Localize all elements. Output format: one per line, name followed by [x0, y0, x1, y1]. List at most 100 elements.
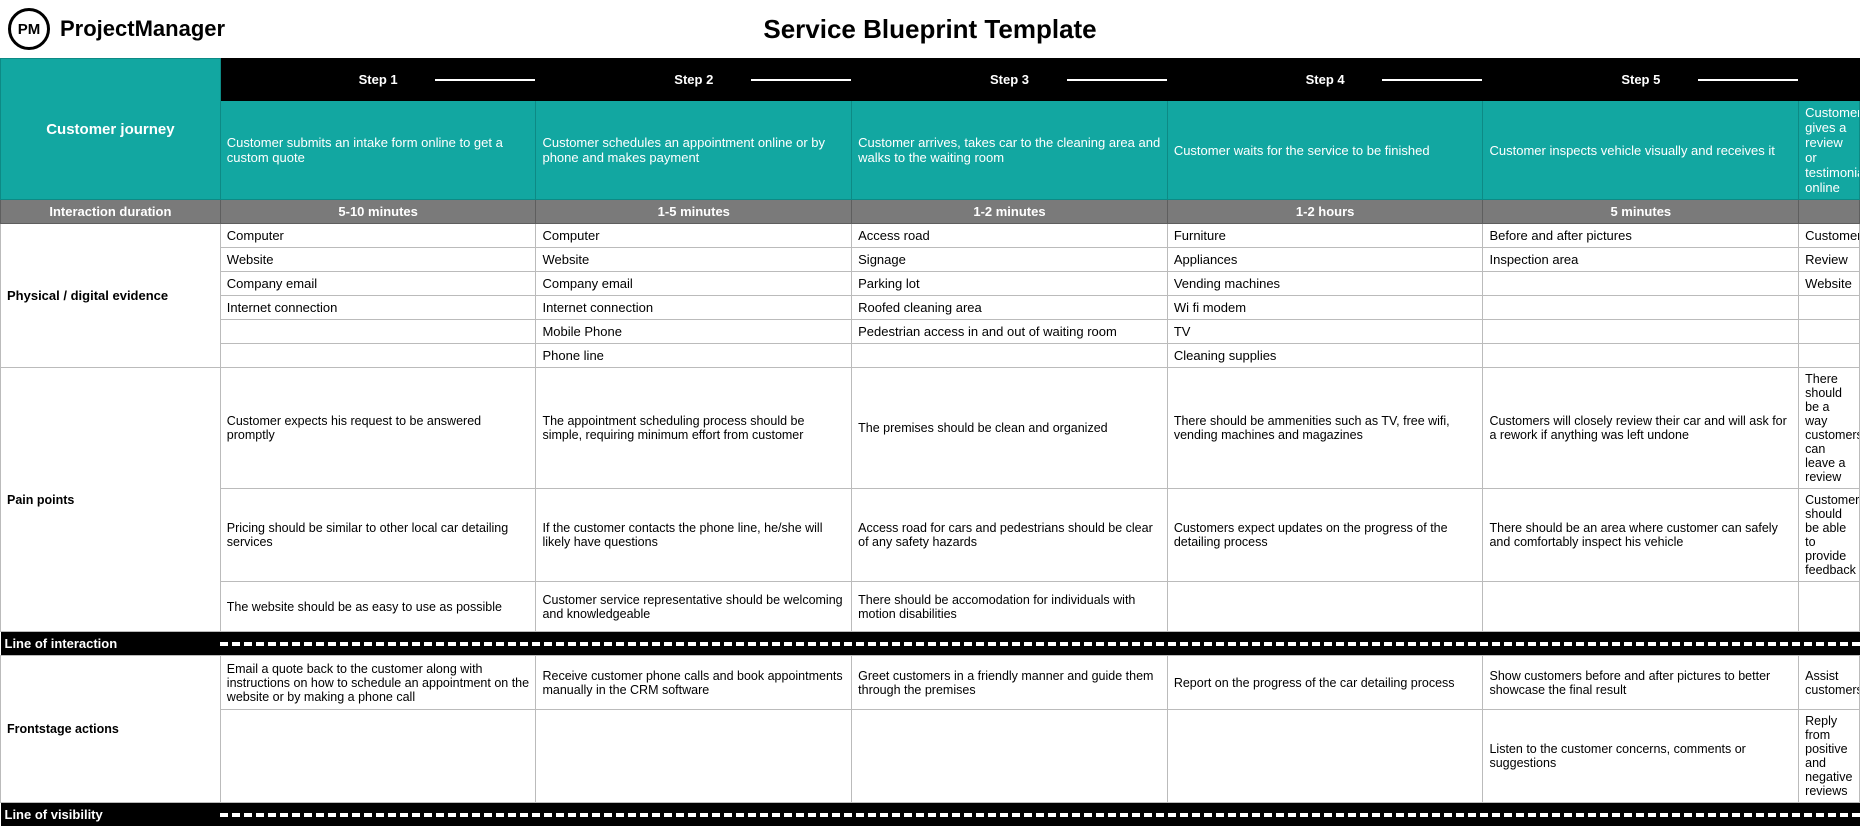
frontstage-cell: Reply from positive and negative reviews	[1799, 710, 1860, 803]
separator-interaction: Line of interaction	[1, 632, 1860, 656]
frontstage-cell: Greet customers in a friendly manner and…	[852, 656, 1168, 710]
step-header: Step 1	[220, 59, 536, 101]
frontstage-cell	[536, 710, 852, 803]
table-row: Frontstage actions Email a quote back to…	[1, 656, 1860, 710]
evidence-cell	[1799, 296, 1860, 320]
evidence-cell: Website	[536, 248, 852, 272]
pain-cell	[1167, 582, 1483, 632]
step-header: Step 3	[852, 59, 1168, 101]
pain-cell: Access road for cars and pedestrians sho…	[852, 489, 1168, 582]
pain-cell: There should be accomodation for individ…	[852, 582, 1168, 632]
evidence-cell	[1483, 296, 1799, 320]
table-row: Company email Company email Parking lot …	[1, 272, 1860, 296]
logo-icon: PM	[8, 8, 50, 50]
pain-cell: Customers will closely review their car …	[1483, 368, 1799, 489]
frontstage-cell: Listen to the customer concerns, comment…	[1483, 710, 1799, 803]
evidence-cell: Vending machines	[1167, 272, 1483, 296]
journey-cell: Customer inspects vehicle visually and r…	[1483, 101, 1799, 200]
evidence-cell: Inspection area	[1483, 248, 1799, 272]
page-title: Service Blueprint Template	[763, 14, 1096, 45]
page-header: PM ProjectManager Service Blueprint Temp…	[0, 0, 1860, 58]
arrow-icon	[751, 79, 852, 81]
pain-cell: Customers expect updates on the progress…	[1167, 489, 1483, 582]
table-row: Phone line Cleaning supplies	[1, 344, 1860, 368]
frontstage-cell	[1167, 710, 1483, 803]
evidence-cell: Company email	[536, 272, 852, 296]
evidence-cell: Pedestrian access in and out of waiting …	[852, 320, 1168, 344]
table-row: Listen to the customer concerns, comment…	[1, 710, 1860, 803]
journey-cell: Customer gives a review or testimonial o…	[1799, 101, 1860, 200]
pain-cell: Customers should be able to provide feed…	[1799, 489, 1860, 582]
pain-cell: The appointment scheduling process shoul…	[536, 368, 852, 489]
frontstage-cell: Show customers before and after pictures…	[1483, 656, 1799, 710]
brand-name: ProjectManager	[60, 16, 225, 42]
evidence-cell: Website	[1799, 272, 1860, 296]
frontstage-cell: Report on the progress of the car detail…	[1167, 656, 1483, 710]
evidence-cell: Appliances	[1167, 248, 1483, 272]
pain-label: Pain points	[1, 368, 221, 632]
table-row: Mobile Phone Pedestrian access in and ou…	[1, 320, 1860, 344]
pain-cell: There should be ammenities such as TV, f…	[1167, 368, 1483, 489]
evidence-cell: Internet connection	[536, 296, 852, 320]
evidence-cell: Mobile Phone	[536, 320, 852, 344]
journey-cell: Customer waits for the service to be fin…	[1167, 101, 1483, 200]
table-row: Physical / digital evidence Computer Com…	[1, 224, 1860, 248]
evidence-label: Physical / digital evidence	[1, 224, 221, 368]
step-header: Step 2	[536, 59, 852, 101]
pain-cell: There should be a way customers can leav…	[1799, 368, 1860, 489]
evidence-cell: Computer	[220, 224, 536, 248]
frontstage-cell	[852, 710, 1168, 803]
pain-cell: The premises should be clean and organiz…	[852, 368, 1168, 489]
evidence-cell: Signage	[852, 248, 1168, 272]
arrow-icon	[1382, 79, 1483, 81]
evidence-cell: Company email	[220, 272, 536, 296]
pain-cell: Customer expects his request to be answe…	[220, 368, 536, 489]
pain-cell	[1799, 582, 1860, 632]
frontstage-cell: Email a quote back to the customer along…	[220, 656, 536, 710]
pain-cell	[1483, 582, 1799, 632]
separator-line	[220, 632, 1859, 656]
evidence-cell	[1483, 320, 1799, 344]
step-header	[1799, 59, 1860, 101]
duration-row: Interaction duration 5-10 minutes 1-5 mi…	[1, 200, 1860, 224]
frontstage-cell	[220, 710, 536, 803]
table-row: Pain points Customer expects his request…	[1, 368, 1860, 489]
frontstage-cell: Receive customer phone calls and book ap…	[536, 656, 852, 710]
duration-cell: 5 minutes	[1483, 200, 1799, 224]
evidence-cell	[1799, 344, 1860, 368]
duration-cell: 1-5 minutes	[536, 200, 852, 224]
separator-label: Line of interaction	[1, 632, 221, 656]
evidence-cell: Review	[1799, 248, 1860, 272]
duration-label: Interaction duration	[1, 200, 221, 224]
separator-line	[220, 803, 1859, 826]
journey-cell: Customer schedules an appointment online…	[536, 101, 852, 200]
duration-cell	[1799, 200, 1860, 224]
evidence-cell: Cleaning supplies	[1167, 344, 1483, 368]
evidence-cell: Customer	[1799, 224, 1860, 248]
arrow-icon	[1067, 79, 1168, 81]
evidence-cell: Roofed cleaning area	[852, 296, 1168, 320]
journey-cell: Customer arrives, takes car to the clean…	[852, 101, 1168, 200]
evidence-cell: Computer	[536, 224, 852, 248]
evidence-cell: Before and after pictures	[1483, 224, 1799, 248]
table-row: Website Website Signage Appliances Inspe…	[1, 248, 1860, 272]
pain-cell: There should be an area where customer c…	[1483, 489, 1799, 582]
evidence-cell	[1483, 344, 1799, 368]
arrow-icon	[1698, 79, 1799, 81]
journey-label: Customer journey	[1, 59, 221, 200]
evidence-cell: Phone line	[536, 344, 852, 368]
journey-row: Customer submits an intake form online t…	[1, 101, 1860, 200]
separator-label: Line of visibility	[1, 803, 221, 826]
frontstage-label: Frontstage actions	[1, 656, 221, 803]
table-row: Pricing should be similar to other local…	[1, 489, 1860, 582]
evidence-cell: Website	[220, 248, 536, 272]
evidence-cell: Furniture	[1167, 224, 1483, 248]
evidence-cell: Internet connection	[220, 296, 536, 320]
step-header: Step 5	[1483, 59, 1799, 101]
table-row: The website should be as easy to use as …	[1, 582, 1860, 632]
separator-visibility: Line of visibility	[1, 803, 1860, 826]
duration-cell: 1-2 minutes	[852, 200, 1168, 224]
evidence-cell	[1799, 320, 1860, 344]
evidence-cell: Access road	[852, 224, 1168, 248]
evidence-cell	[220, 320, 536, 344]
